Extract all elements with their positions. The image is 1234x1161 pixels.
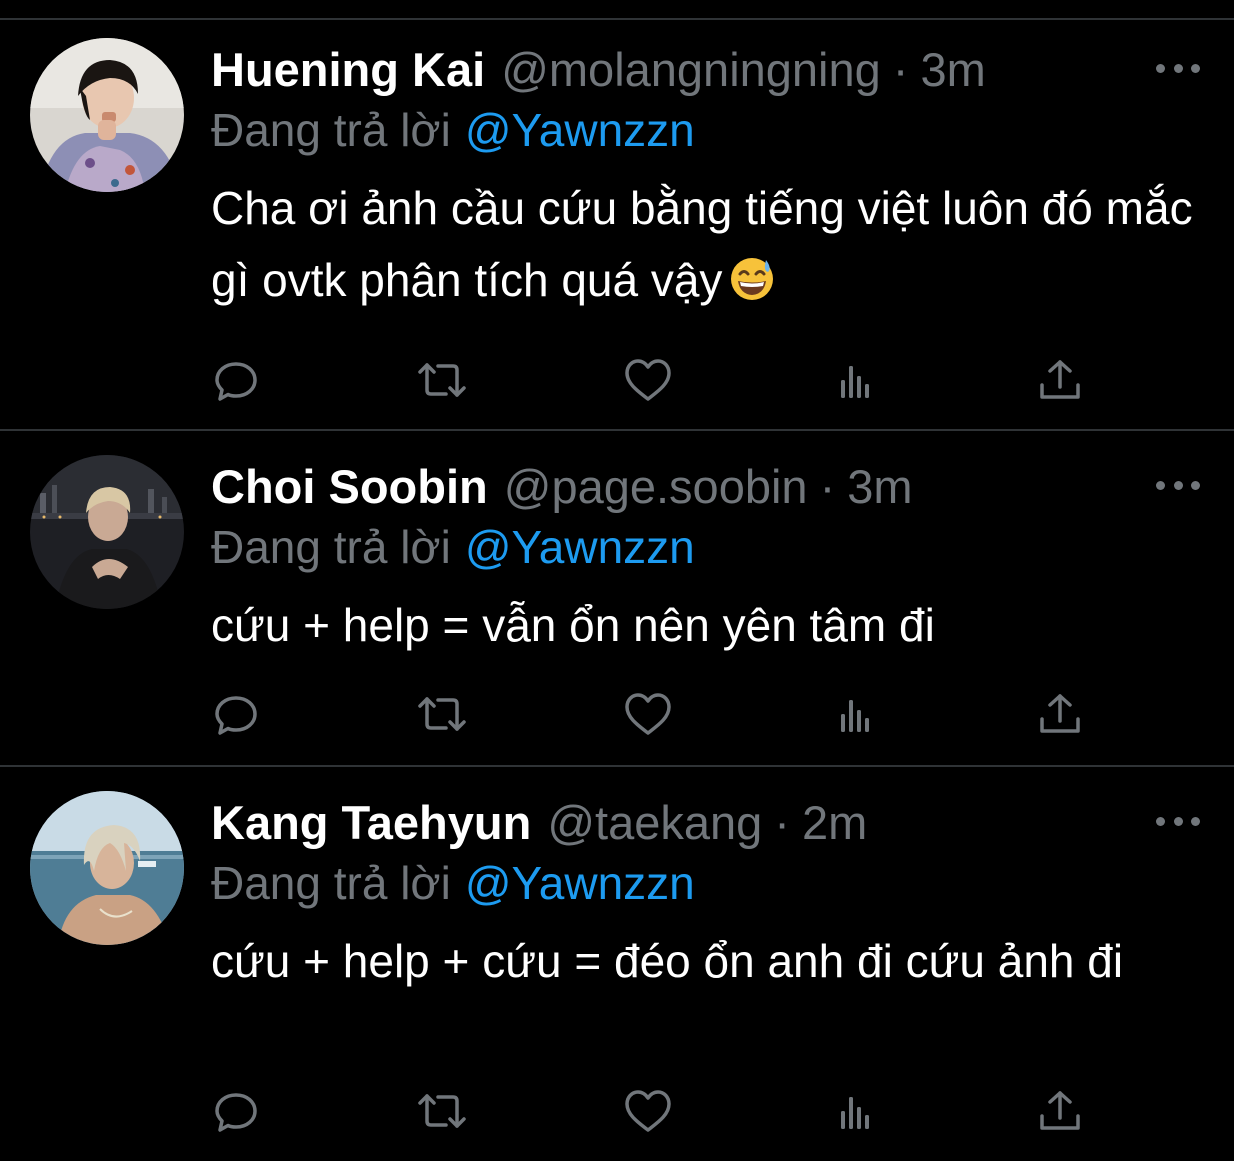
tweet-2[interactable]: Choi Soobin @page.soobin · 3m Đang trả l… <box>0 431 1234 766</box>
avatar[interactable] <box>30 791 184 945</box>
retweet-icon <box>418 363 466 397</box>
views-button[interactable] <box>827 352 883 408</box>
separator-dot: · <box>892 43 909 96</box>
display-name[interactable]: Choi Soobin <box>211 457 488 517</box>
like-icon <box>625 1090 671 1132</box>
retweet-button[interactable] <box>414 686 470 742</box>
tweet-text: cứu + help = vẫn ổn nên yên tâm đi <box>211 589 1211 661</box>
grinning-face-with-sweat-icon <box>728 250 776 322</box>
retweet-button[interactable] <box>414 1083 470 1139</box>
mention-link[interactable]: @Yawnzzn <box>465 521 695 573</box>
tweet-actions <box>0 1083 1234 1139</box>
tweet-text-content: Cha ơi ảnh cầu cứu bằng tiếng việt luôn … <box>211 182 1193 306</box>
more-icon[interactable] <box>1156 475 1200 495</box>
replying-to-label: Đang trả lời <box>211 104 451 156</box>
retweet-icon <box>418 1094 466 1128</box>
more-icon[interactable] <box>1156 58 1200 78</box>
avatar[interactable] <box>30 455 184 609</box>
tweet-header: Kang Taehyun @taekang · 2m <box>211 793 867 853</box>
tweet-header: Choi Soobin @page.soobin · 3m <box>211 457 913 517</box>
display-name[interactable]: Kang Taehyun <box>211 793 531 853</box>
replying-to: Đang trả lời @Yawnzzn <box>211 517 695 577</box>
handle[interactable]: @page.soobin <box>504 457 808 517</box>
share-button[interactable] <box>1032 686 1088 742</box>
like-button[interactable] <box>620 1083 676 1139</box>
views-icon <box>841 700 869 732</box>
share-icon <box>1040 360 1080 399</box>
timestamp[interactable]: 3m <box>847 457 912 517</box>
reply-icon <box>215 362 257 401</box>
avatar[interactable] <box>30 38 184 192</box>
retweet-icon <box>418 697 466 731</box>
more-icon[interactable] <box>1156 811 1200 831</box>
timestamp[interactable]: 2m <box>802 793 867 853</box>
tweet-actions <box>0 352 1234 408</box>
display-name[interactable]: Huening Kai <box>211 40 485 100</box>
reply-button[interactable] <box>208 352 264 408</box>
replying-to: Đang trả lời @Yawnzzn <box>211 100 695 160</box>
like-icon <box>625 693 671 735</box>
separator-dot: · <box>819 460 836 513</box>
replying-to: Đang trả lời @Yawnzzn <box>211 853 695 913</box>
views-icon <box>841 366 869 398</box>
views-button[interactable] <box>827 686 883 742</box>
tweet-3[interactable]: Kang Taehyun @taekang · 2m Đang trả lời @… <box>0 767 1234 1161</box>
share-button[interactable] <box>1032 352 1088 408</box>
mention-link[interactable]: @Yawnzzn <box>465 857 695 909</box>
replying-to-label: Đang trả lời <box>211 521 451 573</box>
share-icon <box>1040 694 1080 733</box>
handle[interactable]: @taekang <box>547 793 762 853</box>
share-button[interactable] <box>1032 1083 1088 1139</box>
tweet-1[interactable]: Huening Kai @molangningning · 3m Đang tr… <box>0 0 1234 430</box>
separator-dot: · <box>774 796 790 849</box>
reply-button[interactable] <box>208 1083 264 1139</box>
tweet-header: Huening Kai @molangningning · 3m <box>211 40 986 100</box>
handle[interactable]: @molangningning <box>501 40 881 100</box>
views-button[interactable] <box>827 1083 883 1139</box>
timestamp[interactable]: 3m <box>920 40 985 100</box>
mention-link[interactable]: @Yawnzzn <box>465 104 695 156</box>
tweet-actions <box>0 686 1234 742</box>
reply-icon <box>215 1093 257 1132</box>
tweet-text: Cha ơi ảnh cầu cứu bằng tiếng việt luôn … <box>211 172 1211 322</box>
retweet-button[interactable] <box>414 352 470 408</box>
tweet-text: cứu + help + cứu = đéo ổn anh đi cứu ảnh… <box>211 925 1211 997</box>
views-icon <box>841 1097 869 1129</box>
reply-button[interactable] <box>208 686 264 742</box>
share-icon <box>1040 1091 1080 1130</box>
like-button[interactable] <box>620 352 676 408</box>
like-button[interactable] <box>620 686 676 742</box>
replying-to-label: Đang trả lời <box>211 857 451 909</box>
tweet-text-content: cứu + help + cứu = đéo ổn anh đi cứu ảnh… <box>211 935 1124 987</box>
like-icon <box>625 359 671 401</box>
reply-icon <box>215 696 257 735</box>
tweet-text-content: cứu + help = vẫn ổn nên yên tâm đi <box>211 599 935 651</box>
